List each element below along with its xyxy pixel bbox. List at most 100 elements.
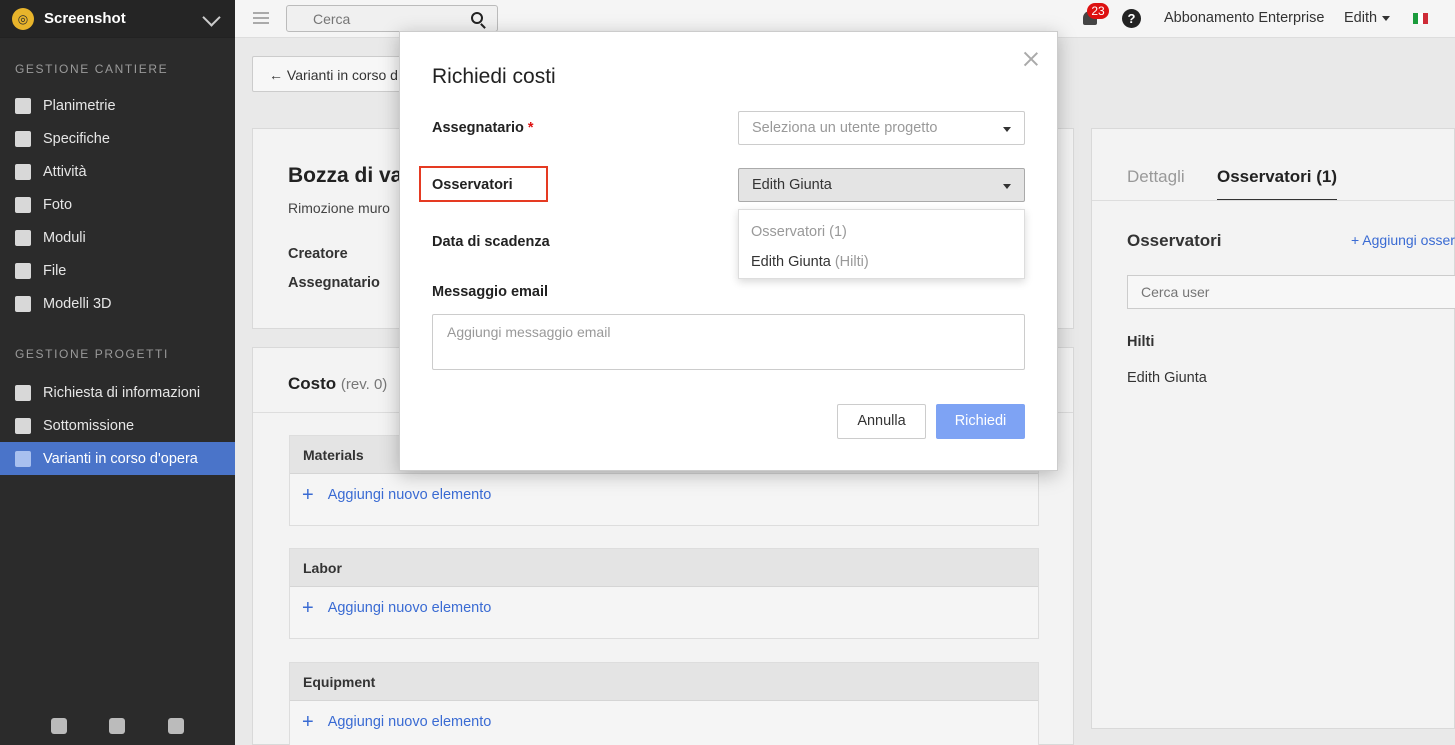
assignee-label-text: Assegnatario [432,120,524,136]
assignee-select-placeholder: Seleziona un utente progetto [752,120,938,136]
plus-icon: + [302,597,314,619]
tab-divider [1092,200,1455,201]
help-icon[interactable]: ? [1122,9,1141,28]
sidebar-item-moduli[interactable]: Moduli [0,221,235,254]
add-item-label: Aggiungi nuovo elemento [327,714,492,730]
caret-down-icon [1003,127,1011,132]
sidebar-item-rfi[interactable]: Richiesta di informazioni [0,376,235,409]
due-date-label: Data di scadenza [432,234,550,250]
search-input[interactable] [287,6,457,31]
user-search-input[interactable] [1128,276,1408,308]
map-icon [15,97,31,114]
caret-down-icon [1003,184,1011,189]
sidebar: ◎ Screenshot GESTIONE CANTIERE Planimetr… [0,0,235,745]
project-name: Screenshot [44,10,126,27]
assignee-select[interactable]: Seleziona un utente progetto [738,111,1025,145]
request-button[interactable]: Richiedi [936,404,1025,439]
user-search [1127,275,1455,309]
change-order-title: Bozza di va [288,164,403,187]
observers-title: Osservatori [1127,231,1222,250]
required-mark: * [527,120,534,136]
gear-icon[interactable] [109,718,126,734]
add-item-label: Aggiungi nuovo elemento [327,600,492,616]
sidebar-item-specifiche[interactable]: Specifiche [0,122,235,155]
cube-icon [15,295,31,312]
sidebar-item-label: Moduli [43,229,86,246]
add-item-button[interactable]: + Aggiungi nuovo elemento [290,587,1038,625]
back-button-label: Varianti in corso d [286,67,398,83]
group-header: Labor [290,549,1038,587]
add-item-label: Aggiungi nuovo elemento [327,487,492,503]
user-menu[interactable]: Edith [1344,10,1391,26]
notification-badge: 23 [1087,3,1109,19]
tab-details[interactable]: Dettagli [1127,167,1185,187]
sidebar-item-label: Richiesta di informazioni [43,384,201,401]
cost-group-equipment: Equipment + Aggiungi nuovo elemento [289,662,1039,745]
email-message-input[interactable]: Aggiungi messaggio email [432,314,1025,370]
sidebar-item-label: File [43,262,67,279]
user-icon [15,417,31,434]
dropdown-group-header: Osservatori (1) [751,224,847,240]
project-switcher[interactable]: ◎ Screenshot [0,0,235,38]
sidebar-item-label: Planimetrie [43,97,116,114]
dropdown-option[interactable]: Edith Giunta (Hilti) [751,254,869,270]
observer-company: Hilti [1127,334,1155,350]
observers-field-label: Osservatori [432,177,513,193]
close-icon[interactable] [1022,50,1040,68]
observer-member: Edith Giunta [1127,370,1207,386]
cost-revision: (rev. 0) [340,376,388,393]
book-icon [15,130,31,147]
sidebar-item-sottomissione[interactable]: Sottomissione [0,409,235,442]
section-title-site: GESTIONE CANTIERE [15,62,169,76]
request-cost-modal: Richiedi costi Assegnatario * Seleziona u… [399,31,1058,471]
cancel-button[interactable]: Annulla [837,404,926,439]
clipboard-icon [15,229,31,246]
add-observer-link[interactable]: + Aggiungi osserv [1351,232,1455,248]
option-name: Edith Giunta [751,254,831,270]
email-message-label: Messaggio email [432,284,549,300]
italy-flag-icon[interactable] [1413,13,1428,24]
assignee-field-label: Assegnatario * [432,120,534,136]
sidebar-item-label: Attività [43,163,87,180]
sidebar-item-file[interactable]: File [0,254,235,287]
plus-icon: + [302,711,314,733]
sidebar-item-label: Foto [43,196,73,213]
caret-down-icon [1382,15,1391,21]
search-icon[interactable] [471,12,483,24]
sidebar-item-label: Varianti in corso d'opera [43,450,198,467]
sidebar-item-planimetrie[interactable]: Planimetrie [0,89,235,122]
sidebar-item-modelli-3d[interactable]: Modelli 3D [0,287,235,320]
user-name: Edith [1344,10,1378,26]
trash-icon[interactable] [167,718,184,734]
add-item-button[interactable]: + Aggiungi nuovo elemento [290,701,1038,739]
observers-panel: Dettagli Osservatori (1) Osservatori + A… [1091,128,1455,729]
brand-logo-icon: ◎ [12,7,34,30]
cost-title-text: Costo [288,374,337,393]
subscription-link[interactable]: Abbonamento Enterprise [1164,10,1324,26]
cost-title: Costo (rev. 0) [288,374,387,394]
sidebar-item-foto[interactable]: Foto [0,188,235,221]
sidebar-item-varianti[interactable]: Varianti in corso d'opera [0,442,235,475]
modal-title: Richiedi costi [432,65,556,88]
option-company: (Hilti) [834,254,869,270]
global-search [286,5,498,32]
menu-icon[interactable] [253,12,269,24]
add-item-button[interactable]: + Aggiungi nuovo elemento [290,474,1038,512]
change-order-icon [15,450,31,467]
sidebar-item-attivita[interactable]: Attività [0,155,235,188]
chevron-down-icon[interactable] [201,8,223,30]
assignee-label: Assegnatario [288,275,380,291]
info-document-icon [15,384,31,401]
cost-group-labor: Labor + Aggiungi nuovo elemento [289,548,1039,639]
users-icon[interactable] [51,718,68,734]
change-order-subtitle: Rimozione muro [288,200,390,216]
sidebar-footer [0,707,235,745]
paperclip-icon [15,262,31,279]
observers-select-value: Edith Giunta [752,177,832,193]
sidebar-item-label: Specifiche [43,130,110,147]
plus-icon: + [302,484,314,506]
sidebar-item-label: Sottomissione [43,417,135,434]
tab-observers[interactable]: Osservatori (1) [1217,167,1337,201]
observers-select[interactable]: Edith Giunta [738,168,1025,202]
sidebar-item-label: Modelli 3D [43,295,112,312]
